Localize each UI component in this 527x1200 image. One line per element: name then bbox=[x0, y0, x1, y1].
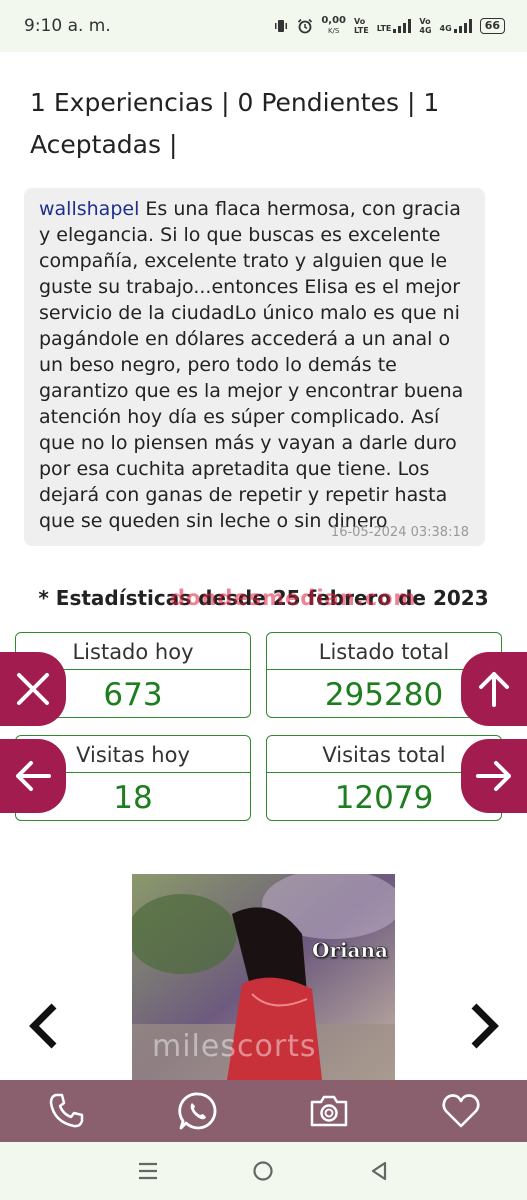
close-icon bbox=[17, 673, 49, 705]
recent-apps-icon[interactable] bbox=[136, 1159, 160, 1183]
network-speed: 0,00 K/S bbox=[321, 15, 346, 36]
volte-indicator-1: Vo LTE bbox=[354, 17, 369, 35]
gallery-button[interactable] bbox=[307, 1089, 351, 1133]
signal-icon-2: 4G bbox=[440, 19, 472, 33]
volte-indicator-2: Vo 4G bbox=[419, 17, 432, 35]
status-time: 9:10 a. m. bbox=[24, 16, 111, 36]
close-button[interactable] bbox=[0, 652, 66, 726]
carousel-next-icon[interactable] bbox=[464, 998, 504, 1054]
scroll-top-button[interactable] bbox=[461, 652, 527, 726]
alarm-icon bbox=[298, 18, 313, 34]
signal-icon-1: LTE bbox=[377, 19, 412, 33]
back-icon[interactable] bbox=[367, 1159, 391, 1183]
battery-icon: 66 bbox=[479, 18, 505, 34]
previous-profile-button[interactable] bbox=[0, 739, 66, 813]
whatsapp-button[interactable] bbox=[176, 1089, 220, 1133]
next-profile-button[interactable] bbox=[461, 739, 527, 813]
favorite-button[interactable] bbox=[439, 1089, 483, 1133]
experiences-summary: 1 Experiencias | 0 Pendientes | 1 Acepta… bbox=[30, 88, 440, 159]
arrow-left-icon bbox=[16, 761, 51, 791]
heart-icon bbox=[442, 1094, 480, 1128]
camera-icon bbox=[311, 1095, 348, 1127]
status-bar: 9:10 a. m. 0,00 K/S Vo LTE LTE Vo 4G 4G … bbox=[0, 0, 527, 52]
status-icons: 0,00 K/S Vo LTE LTE Vo 4G 4G 66 bbox=[273, 16, 505, 36]
comment-user-link[interactable]: wallshapel bbox=[39, 198, 139, 220]
comment-date: 16-05-2024 03:38:18 bbox=[330, 525, 469, 540]
carousel-prev-icon[interactable] bbox=[24, 998, 64, 1054]
stats-title: * Estadísticas desde 25 febrero de 2023 bbox=[38, 586, 489, 610]
whatsapp-icon bbox=[177, 1092, 217, 1130]
comment-body: wallshapel Es una flaca hermosa, con gra… bbox=[39, 196, 471, 534]
photo-name-overlay: Oriana bbox=[312, 938, 389, 963]
call-button[interactable] bbox=[44, 1089, 88, 1133]
arrow-right-icon bbox=[476, 761, 511, 791]
contact-action-bar bbox=[0, 1080, 527, 1142]
comment-text: Es una flaca hermosa, con gracia y elega… bbox=[39, 198, 464, 532]
phone-icon bbox=[49, 1093, 84, 1128]
experience-comment: wallshapel Es una flaca hermosa, con gra… bbox=[24, 188, 485, 546]
system-nav-bar bbox=[0, 1142, 527, 1200]
home-icon[interactable] bbox=[251, 1159, 275, 1183]
arrow-up-icon bbox=[479, 672, 509, 707]
vibrate-icon bbox=[275, 20, 288, 32]
photo-watermark: milescorts bbox=[152, 1029, 317, 1064]
profile-photo[interactable]: Oriana milescorts bbox=[132, 874, 395, 1080]
